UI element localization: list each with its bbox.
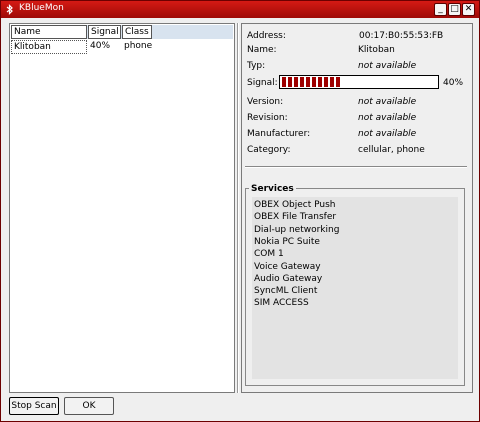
service-item[interactable]: SyncML Client [254, 285, 317, 297]
device-list[interactable]: Name Signal Class Klitoban 40% phone [9, 23, 235, 393]
device-name-cell: Klitoban [11, 40, 87, 54]
signal-block [282, 77, 286, 87]
signal-block [288, 77, 292, 87]
device-list-header: Name Signal Class [11, 25, 233, 39]
signal-block [336, 77, 340, 87]
manufacturer-value: not available [358, 129, 417, 139]
window-title: KBlueMon [19, 3, 64, 13]
ok-button[interactable]: OK [64, 397, 114, 415]
signal-label: Signal: [247, 78, 278, 88]
signal-block [330, 77, 334, 87]
name-label: Name: [247, 45, 277, 55]
service-item[interactable]: SIM ACCESS [254, 297, 309, 309]
revision-value: not available [358, 113, 417, 123]
kbluemon-window: KBlueMon _ □ ✕ Name Signal Class Klitoba… [0, 0, 480, 422]
column-header-class[interactable]: Class [122, 25, 152, 39]
signal-block [312, 77, 316, 87]
bluetooth-app-icon [4, 4, 15, 15]
column-header-name[interactable]: Name [11, 25, 87, 39]
service-item[interactable]: Voice Gateway [254, 261, 321, 273]
name-value: Klitoban [358, 45, 395, 55]
typ-value: not available [358, 61, 417, 71]
version-value: not available [358, 97, 417, 107]
services-list[interactable]: OBEX Object Push OBEX File Transfer Dial-u… [252, 197, 458, 379]
manufacturer-label: Manufacturer: [247, 129, 311, 139]
device-details-pane: Address: 00:17:B0:55:53:FB Name: Klitoba… [241, 23, 473, 393]
separator [245, 166, 467, 168]
device-class-cell: phone [124, 41, 153, 51]
services-title: Services [249, 184, 296, 194]
service-item[interactable]: Dial-up networking [254, 224, 339, 236]
device-signal-cell: 40% [90, 41, 111, 51]
minimize-button[interactable]: _ [434, 3, 447, 16]
address-value: 00:17:B0:55:53:FB [359, 31, 444, 41]
address-label: Address: [247, 31, 286, 41]
signal-block [294, 77, 298, 87]
service-item[interactable]: COM 1 [254, 248, 284, 260]
signal-block [300, 77, 304, 87]
device-row[interactable]: Klitoban 40% phone [11, 40, 233, 54]
category-value: cellular, phone [358, 145, 425, 155]
category-label: Category: [247, 145, 291, 155]
service-item[interactable]: OBEX File Transfer [254, 211, 336, 223]
close-button[interactable]: ✕ [462, 3, 475, 16]
service-item[interactable]: OBEX Object Push [254, 199, 336, 211]
column-header-signal[interactable]: Signal [88, 25, 121, 39]
version-label: Version: [247, 97, 284, 107]
signal-block [306, 77, 310, 87]
pane-splitter[interactable] [237, 23, 239, 393]
revision-label: Revision: [247, 113, 288, 123]
title-bar[interactable]: KBlueMon _ □ ✕ [1, 1, 479, 18]
signal-block [318, 77, 322, 87]
service-item[interactable]: Audio Gateway [254, 273, 322, 285]
typ-label: Typ: [247, 61, 266, 71]
signal-progress-bar [279, 75, 439, 89]
signal-percent: 40% [443, 78, 464, 88]
maximize-button[interactable]: □ [448, 3, 461, 16]
service-item[interactable]: Nokia PC Suite [254, 236, 320, 248]
stop-scan-button[interactable]: Stop Scan [9, 397, 59, 415]
signal-block [324, 77, 328, 87]
